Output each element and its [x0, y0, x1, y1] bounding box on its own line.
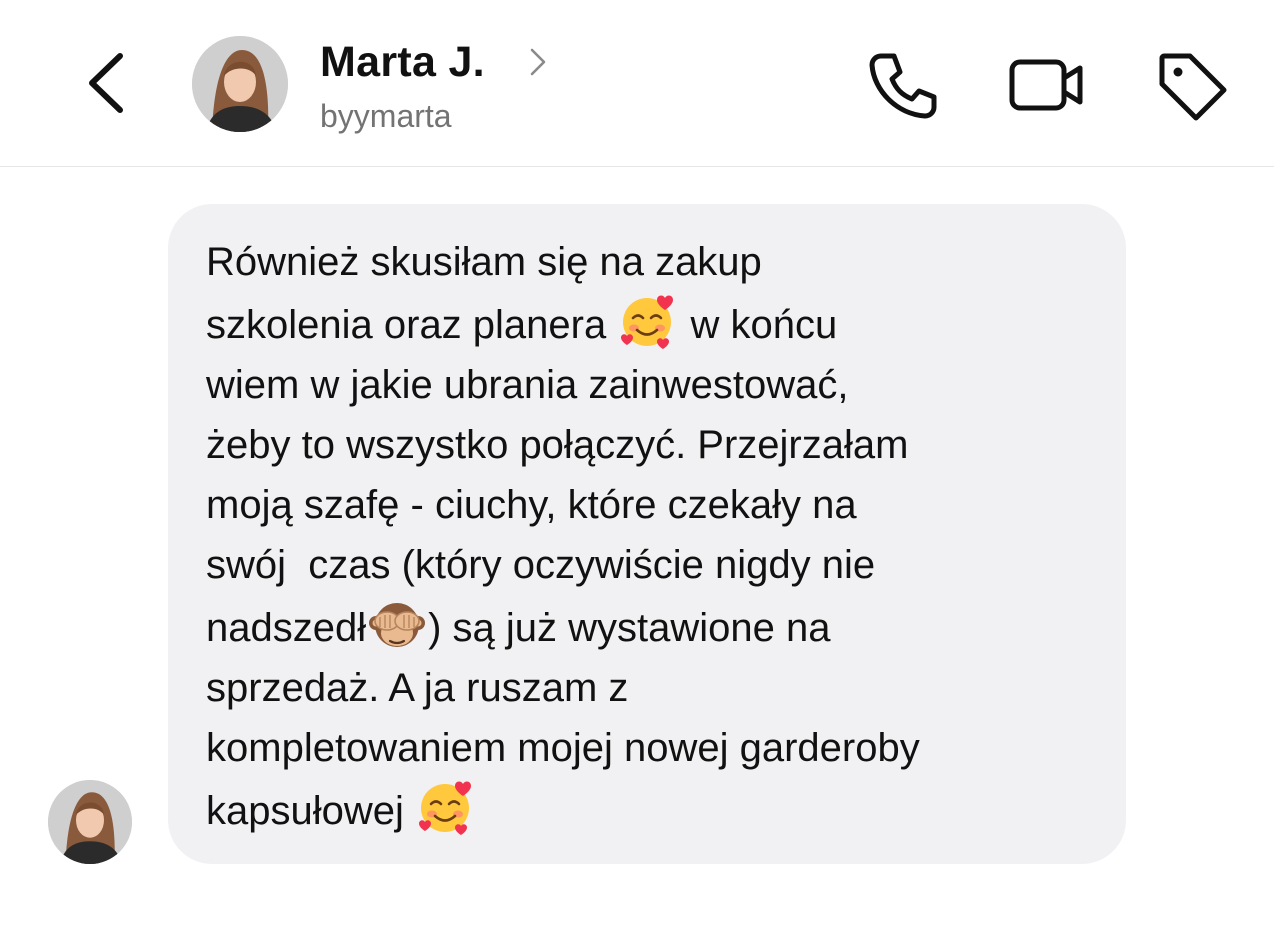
- message-line: Również skusiłam się na zakup: [206, 240, 762, 284]
- message-line: kapsułowej: [206, 789, 404, 833]
- message-line: nadszedł: [206, 606, 367, 650]
- chevron-left-icon: [89, 53, 123, 113]
- avatar-photo: [48, 780, 132, 864]
- message-line: sprzedaż. A ja ruszam z: [206, 666, 629, 710]
- call-button[interactable]: [864, 48, 940, 124]
- see-no-evil-monkey-emoji: [369, 603, 426, 647]
- message-line: szkolenia oraz planera: [206, 303, 607, 347]
- smiling-face-with-hearts-emoji: [419, 781, 472, 835]
- smiling-face-with-hearts-emoji: [621, 295, 674, 349]
- contact-avatar[interactable]: [192, 36, 288, 132]
- back-button[interactable]: [78, 48, 138, 118]
- message-line: moją szafę - ciuchy, które czekały na: [206, 483, 857, 527]
- chevron-right-icon: [530, 48, 546, 76]
- message-line: ) są już wystawione na: [428, 606, 831, 650]
- video-call-button[interactable]: [1006, 50, 1086, 120]
- message-line: w końcu: [690, 303, 838, 347]
- contact-username: byymarta: [320, 98, 452, 134]
- tag-icon: [1159, 53, 1227, 121]
- chat-header: Marta J. byymarta: [0, 0, 1274, 167]
- contact-name: Marta J.: [320, 38, 485, 86]
- video-camera-icon: [1009, 59, 1083, 111]
- avatar-photo: [192, 36, 288, 132]
- sender-avatar[interactable]: [48, 780, 132, 864]
- message-line: swój czas (który oczywiście nigdy nie: [206, 543, 876, 587]
- phone-icon: [869, 53, 937, 119]
- message-line: wiem w jakie ubrania zainwestować,: [206, 363, 849, 407]
- tag-button[interactable]: [1154, 48, 1230, 124]
- message-line: kompletowaniem mojej nowej garderoby: [206, 726, 920, 770]
- message-line: żeby to wszystko połączyć. Przejrzałam: [206, 423, 909, 467]
- message-text: Również skusiłam się na zakup szkolenia …: [206, 232, 1106, 841]
